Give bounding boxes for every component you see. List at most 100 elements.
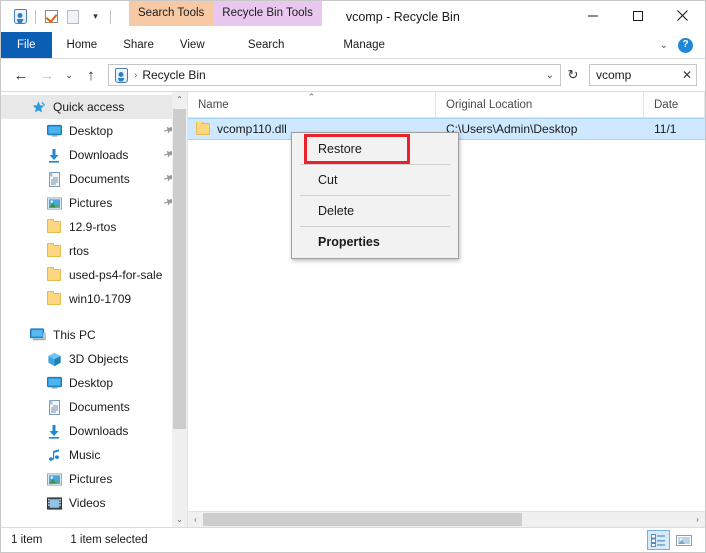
3d-objects-icon [45,350,63,368]
sidebar-item-music[interactable]: Music [1,443,187,467]
chevron-down-icon[interactable]: ⌄ [660,40,668,51]
sidebar-item-pictures[interactable]: Pictures [1,191,187,215]
sidebar-item-pictures[interactable]: Pictures [1,467,187,491]
sidebar-item-downloads[interactable]: Downloads [1,419,187,443]
tab-home[interactable]: Home [54,32,111,58]
chevron-down-icon: ▾ [93,11,98,21]
restore-all-items-button[interactable] [62,6,84,28]
column-label-original-location: Original Location [446,98,533,111]
scroll-up-icon[interactable]: ⌃ [172,92,187,107]
download-icon [45,422,63,440]
title-bar: ▾ Search Tools Recycle Bin Tools vcomp -… [1,1,705,32]
folder-icon [45,266,63,284]
download-icon [45,146,63,164]
tab-file[interactable]: File [1,32,52,58]
column-header-original-location[interactable]: Original Location [436,92,644,117]
tab-view[interactable]: View [167,32,218,58]
sidebar-item-desktop[interactable]: Desktop [1,119,187,143]
sidebar-item-quick-access[interactable]: Quick access [1,95,187,119]
sidebar-item-label: 3D Objects [69,352,129,366]
sidebar-item-rtos[interactable]: rtos [1,239,187,263]
column-label-date: Date [654,98,679,111]
details-view-button[interactable] [647,530,670,550]
contextual-tab-search-tools[interactable]: Search Tools [129,1,214,26]
sidebar-item-documents[interactable]: Documents [1,167,187,191]
music-icon [45,446,63,464]
back-button[interactable]: ← [9,63,33,87]
recycle-bin-properties-button[interactable] [9,6,31,28]
sidebar-item-downloads[interactable]: Downloads [1,143,187,167]
horizontal-scroll-track[interactable] [203,512,690,527]
recent-locations-button[interactable]: ⌄ [61,63,77,87]
context-menu-item-delete[interactable]: Delete [292,197,458,225]
sidebar-item-videos[interactable]: Videos [1,491,187,515]
window-controls [570,1,705,32]
context-menu-divider [300,164,450,165]
column-header-date[interactable]: Date [644,92,705,117]
context-menu-item-cut[interactable]: Cut [292,166,458,194]
cell-original-location: C:\Users\Admin\Desktop [446,122,578,136]
context-menu-divider [300,226,450,227]
sidebar-item-label: Documents [69,400,130,414]
sidebar-item-win10-1709[interactable]: win10-1709 [1,287,187,311]
search-box[interactable]: vcomp ✕ [589,64,697,86]
close-icon[interactable]: ✕ [678,68,692,82]
folder-icon [45,218,63,236]
horizontal-scroll-thumb[interactable] [203,513,522,526]
empty-recycle-bin-button[interactable] [40,6,62,28]
help-icon[interactable]: ? [678,37,693,53]
column-header-name[interactable]: Name ⌃ [188,92,436,117]
sidebar-item-label: Music [69,448,101,462]
sidebar-item-label: Pictures [69,196,113,210]
contextual-tab-recycle-bin-tools[interactable]: Recycle Bin Tools [213,1,322,26]
sidebar-item-desktop[interactable]: Desktop [1,371,187,395]
maximize-button[interactable] [615,1,660,30]
sidebar-item-documents[interactable]: Documents [1,395,187,419]
sidebar-item-label: Downloads [69,424,129,438]
sidebar-scrollbar[interactable]: ⌃ ⌄ [172,92,187,527]
sidebar-item-label: 12.9-rtos [69,220,117,234]
status-item-count: 1 item [11,534,43,546]
close-button[interactable] [660,1,705,30]
ribbon-tab-strip: File Home Share View Search Manage ⌄ ? [1,32,705,59]
view-toggle-group [647,530,695,550]
tab-search[interactable]: Search [218,32,315,58]
large-icons-view-button[interactable] [672,530,695,550]
search-input[interactable]: vcomp [596,68,678,82]
sidebar-item-label: Desktop [69,376,114,390]
scroll-left-icon[interactable]: ‹ [188,512,203,527]
tab-manage[interactable]: Manage [315,32,414,58]
minimize-button[interactable] [570,1,615,30]
context-menu-item-restore[interactable]: Restore [292,135,458,163]
horizontal-scrollbar[interactable]: ‹ › [188,511,705,527]
address-bar-right: ⌄ [542,70,558,81]
sidebar-item-12-9-rtos[interactable]: 12.9-rtos [1,215,187,239]
file-name: vcomp110.dll [217,122,287,136]
sidebar-item-this-pc[interactable]: This PC [1,323,187,347]
up-button[interactable]: ↑ [79,63,103,87]
scroll-right-icon[interactable]: › [690,512,705,527]
sidebar-scroll-thumb[interactable] [173,109,186,429]
breadcrumb-recycle-bin[interactable]: Recycle Bin [142,68,205,82]
address-path-field[interactable]: › Recycle Bin ⌄ [108,64,561,86]
sidebar-item-label: Downloads [69,148,129,162]
tab-share[interactable]: Share [110,32,167,58]
sidebar-item-3d-objects[interactable]: 3D Objects [1,347,187,371]
sidebar-item-label: win10-1709 [69,292,132,306]
sidebar-scroll-track[interactable] [172,107,187,512]
context-menu-item-properties[interactable]: Properties [292,228,458,256]
context-menu: Restore Cut Delete Properties [291,132,459,259]
window-title: vcomp - Recycle Bin [345,9,460,24]
chevron-down-icon[interactable]: ⌄ [542,70,558,81]
status-bar: 1 item 1 item selected [1,527,705,552]
column-label-name: Name [198,98,229,111]
sidebar-item-label: Pictures [69,472,113,486]
scroll-down-icon[interactable]: ⌄ [172,512,187,527]
checkbox-checked-icon [44,10,58,23]
refresh-button[interactable]: ↻ [563,67,583,83]
pc-icon [29,326,47,344]
sidebar-item-used-ps4-for-sale[interactable]: used-ps4-for-sale [1,263,187,287]
customize-qat-button[interactable]: ▾ [84,6,106,28]
breadcrumb-separator: › [134,69,138,81]
desktop-icon [45,122,63,140]
